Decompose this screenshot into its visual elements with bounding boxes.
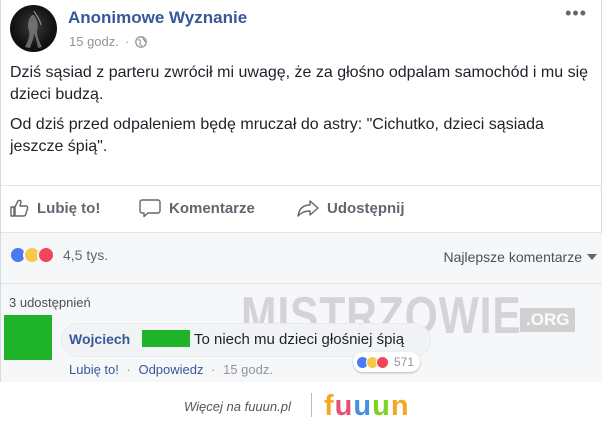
footer-divider: [311, 393, 312, 417]
comment-actions: Lubię to! · Odpowiedz · 15 godz.: [69, 362, 273, 377]
reactions-count: 4,5 tys.: [63, 247, 109, 263]
post-paragraph: Od dziś przed odpaleniem będę mruczał do…: [10, 116, 544, 155]
post-card: Anonimowe Wyznanie 15 godz. · ••• Dziś s…: [0, 0, 602, 382]
share-button-label: Udostępnij: [327, 199, 405, 217]
post-body: Dziś sąsiad z parteru zwrócił mi uwagę, …: [10, 62, 595, 166]
page-name[interactable]: Anonimowe Wyznanie: [68, 8, 247, 28]
screenshot: Anonimowe Wyznanie 15 godz. · ••• Dziś s…: [0, 0, 602, 426]
shares-count[interactable]: 3 udostępnień: [9, 295, 91, 310]
post-actions: Lubię to! Komentarze Udostępnij: [1, 192, 602, 224]
footer-banner: [0, 382, 602, 426]
page-avatar[interactable]: [10, 5, 57, 52]
logo-letter: f: [324, 390, 335, 422]
post-paragraph: Dziś sąsiad z parteru zwrócił mi uwagę, …: [10, 64, 589, 103]
footer-text[interactable]: Więcej na fuuun.pl: [184, 399, 291, 414]
comment-reactions-count: 571: [394, 355, 415, 369]
comment-time[interactable]: 15 godz.: [223, 362, 273, 377]
comment-button[interactable]: Komentarze: [139, 192, 255, 224]
thumbs-up-icon: [10, 199, 29, 217]
logo-letter: u: [334, 390, 354, 422]
avatar-figure-icon: [25, 10, 42, 48]
comment-bubble-icon: [139, 199, 161, 218]
fuuun-logo[interactable]: fuuun: [324, 390, 410, 422]
post-time[interactable]: 15 godz.: [69, 34, 119, 49]
share-button[interactable]: Udostępnij: [297, 192, 405, 224]
globe-icon: [135, 35, 148, 48]
chevron-down-icon[interactable]: [587, 254, 597, 260]
love-reaction-icon: [376, 355, 389, 369]
like-button[interactable]: Lubię to!: [9, 192, 100, 224]
watermark-suffix: .ORG: [520, 308, 576, 332]
reactions-summary[interactable]: 4,5 tys.: [9, 246, 108, 264]
comment-author[interactable]: Wojciech: [69, 331, 130, 347]
share-arrow-icon: [297, 200, 319, 217]
comment-reactions[interactable]: 571: [353, 352, 421, 372]
censor-block: [142, 330, 190, 347]
like-button-label: Lubię to!: [37, 199, 101, 217]
comment-like-link[interactable]: Lubię to!: [69, 362, 119, 377]
meta-separator: ·: [124, 34, 130, 49]
comment-sort-dropdown[interactable]: Najlepsze komentarze: [443, 249, 582, 265]
comment-reply-link[interactable]: Odpowiedz: [138, 362, 203, 377]
logo-letter: u: [353, 390, 373, 422]
logo-letter: u: [372, 390, 391, 422]
divider: [1, 283, 602, 284]
separator: ·: [211, 362, 216, 377]
comment-button-label: Komentarze: [169, 199, 255, 217]
separator: ·: [126, 362, 131, 377]
more-dots-icon[interactable]: •••: [565, 4, 587, 22]
divider: [1, 185, 602, 186]
commenter-avatar-censored[interactable]: [4, 315, 52, 360]
logo-letter: n: [390, 390, 410, 422]
love-reaction-icon: [37, 246, 55, 264]
comment-text: To niech mu dzieci głośniej śpią: [194, 331, 405, 348]
post-meta: 15 godz. ·: [69, 34, 148, 49]
